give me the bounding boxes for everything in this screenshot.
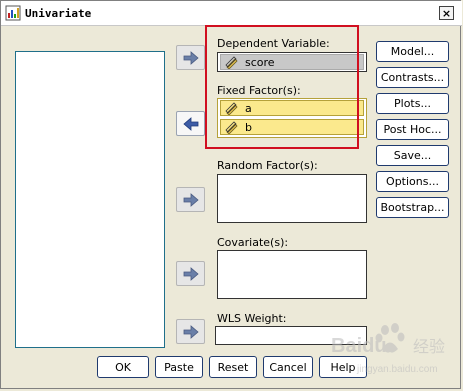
move-to-dependent-button[interactable]	[176, 45, 205, 70]
title-bar: Univariate ×	[1, 1, 462, 26]
reset-button[interactable]: Reset	[209, 356, 257, 378]
plots-button[interactable]: Plots...	[376, 93, 449, 114]
pencil-ruler-icon	[225, 121, 238, 134]
pencil-ruler-icon	[225, 102, 238, 115]
fixed-factors-list[interactable]: a b	[217, 98, 367, 138]
dialog-icon	[5, 5, 21, 21]
covariates-label: Covariate(s):	[217, 236, 289, 249]
dependent-variable-label: Dependent Variable:	[217, 37, 330, 50]
fixed-factor-text: b	[245, 120, 252, 134]
dependent-variable-item[interactable]: score	[220, 54, 364, 70]
univariate-dialog: Univariate × Dependent Variable: score F…	[0, 0, 462, 389]
arrow-right-icon	[183, 50, 199, 65]
move-to-wls-button[interactable]	[176, 319, 205, 344]
wls-weight-field[interactable]	[215, 326, 367, 345]
move-to-random-button[interactable]	[176, 187, 205, 212]
fixed-factor-item[interactable]: a	[220, 100, 364, 116]
model-button[interactable]: Model...	[376, 41, 449, 62]
dependent-variable-box[interactable]: score	[217, 52, 367, 72]
dependent-variable-text: score	[245, 55, 275, 69]
options-button[interactable]: Options...	[376, 171, 449, 192]
fixed-factor-item[interactable]: b	[220, 119, 364, 135]
covariates-list[interactable]	[217, 250, 367, 299]
save-button[interactable]: Save...	[376, 145, 449, 166]
arrow-left-icon	[182, 116, 198, 131]
fixed-factor-text: a	[245, 101, 252, 115]
random-factors-label: Random Factor(s):	[217, 159, 318, 172]
cancel-button[interactable]: Cancel	[263, 356, 313, 378]
random-factors-list[interactable]	[217, 174, 367, 223]
close-button[interactable]: ×	[439, 6, 454, 20]
bootstrap-button[interactable]: Bootstrap...	[376, 197, 449, 218]
close-icon: ×	[441, 6, 452, 20]
svg-text:jingyan.baidu.com: jingyan.baidu.com	[356, 364, 438, 375]
arrow-right-icon	[183, 192, 199, 207]
post-hoc-button[interactable]: Post Hoc...	[376, 119, 449, 140]
pencil-ruler-icon	[225, 56, 238, 69]
source-variable-list[interactable]	[15, 51, 165, 348]
help-button[interactable]: Help	[319, 356, 367, 378]
ok-button[interactable]: OK	[97, 356, 149, 378]
fixed-factors-label: Fixed Factor(s):	[217, 84, 301, 97]
move-from-fixed-button[interactable]	[176, 111, 205, 136]
arrow-right-icon	[183, 324, 199, 339]
contrasts-button[interactable]: Contrasts...	[376, 67, 449, 88]
window-title: Univariate	[25, 7, 92, 20]
svg-text:经验: 经验	[413, 337, 445, 356]
move-to-covariate-button[interactable]	[176, 261, 205, 286]
arrow-right-icon	[183, 266, 199, 281]
paste-button[interactable]: Paste	[155, 356, 203, 378]
wls-weight-label: WLS Weight:	[217, 312, 287, 325]
